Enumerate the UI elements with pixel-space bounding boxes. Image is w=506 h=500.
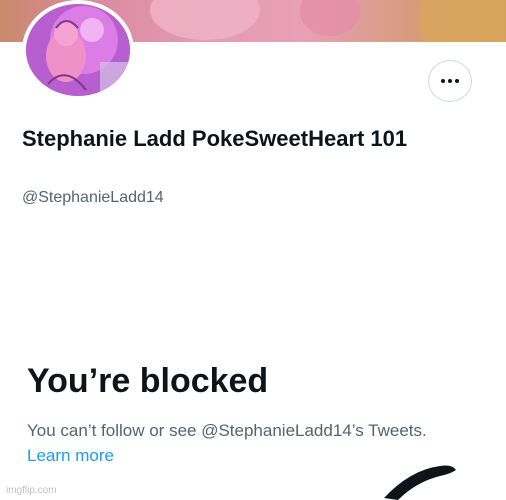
avatar[interactable] (22, 0, 134, 100)
decorative-stroke (384, 465, 456, 500)
profile-handle: @StephanieLadd14 (22, 189, 164, 206)
more-horizontal-icon (441, 79, 459, 83)
blocked-message: You can’t follow or see @StephanieLadd14… (27, 421, 427, 440)
profile-page: Stephanie Ladd PokeSweetHeart 101 @Steph… (0, 0, 506, 500)
more-options-button[interactable] (428, 60, 472, 102)
banner-shape (420, 0, 506, 42)
blocked-title: You’re blocked (27, 362, 269, 400)
banner-shape (300, 0, 360, 36)
avatar-image (26, 4, 130, 96)
profile-display-name: Stephanie Ladd PokeSweetHeart 101 (22, 126, 408, 151)
banner-shape (150, 0, 260, 40)
watermark: imgflip.com (6, 485, 57, 496)
learn-more-link[interactable]: Learn more (27, 446, 114, 466)
